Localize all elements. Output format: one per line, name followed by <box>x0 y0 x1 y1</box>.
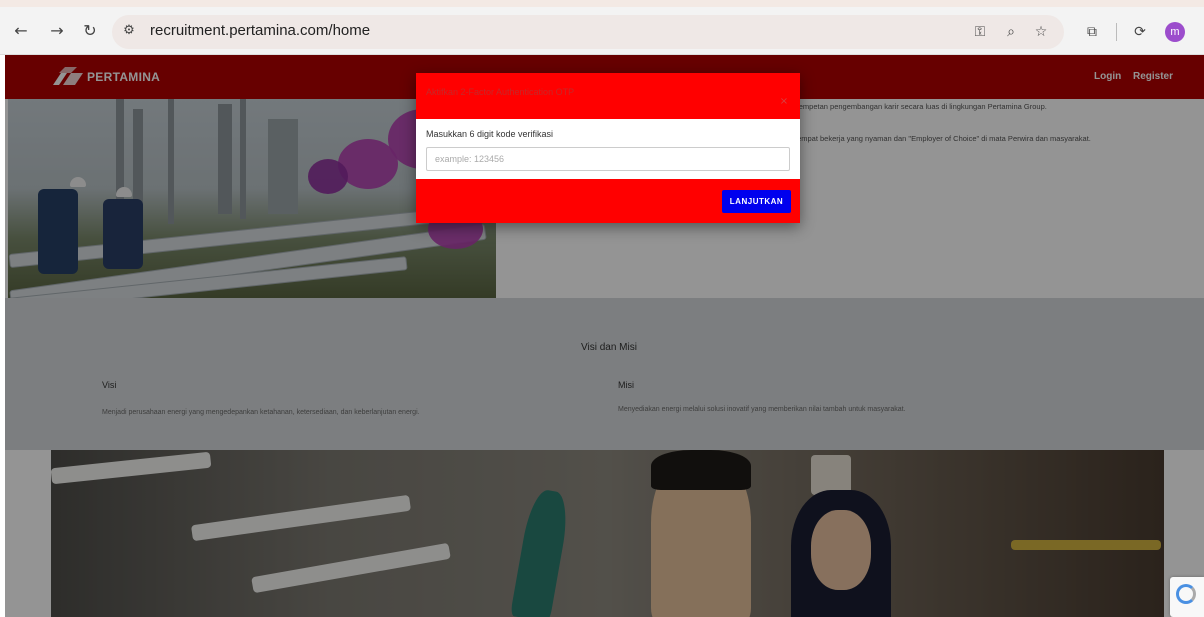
forward-icon[interactable]: → <box>46 20 68 42</box>
modal-title: Aktifkan 2-Factor Authentication OTP <box>426 87 575 97</box>
sync-icon[interactable]: ⟳ <box>1130 22 1150 42</box>
toolbar-divider <box>1116 23 1117 41</box>
tab-strip <box>0 0 1204 7</box>
recaptcha-badge[interactable] <box>1170 577 1204 617</box>
extensions-icon[interactable]: ⧉ <box>1082 22 1102 42</box>
site-info-icon[interactable]: ⚙ <box>120 22 138 40</box>
url-text[interactable]: recruitment.pertamina.com/home <box>150 22 370 39</box>
lanjutkan-button[interactable]: LANJUTKAN <box>722 190 791 213</box>
reload-icon[interactable]: ↻ <box>79 20 101 42</box>
otp-input[interactable] <box>426 147 790 171</box>
otp-label: Masukkan 6 digit kode verifikasi <box>426 129 554 139</box>
back-icon[interactable]: ← <box>10 20 32 42</box>
recaptcha-icon <box>1176 584 1196 604</box>
close-icon[interactable]: × <box>778 96 790 108</box>
browser-toolbar: ← → ↻ ⚙ recruitment.pertamina.com/home ⚿… <box>0 0 1204 55</box>
otp-modal: Aktifkan 2-Factor Authentication OTP × M… <box>416 73 800 223</box>
zoom-icon[interactable]: ⌕ <box>1001 22 1021 42</box>
profile-avatar[interactable]: m <box>1165 22 1185 42</box>
key-icon[interactable]: ⚿ <box>970 22 990 42</box>
star-icon[interactable]: ☆ <box>1031 22 1051 42</box>
